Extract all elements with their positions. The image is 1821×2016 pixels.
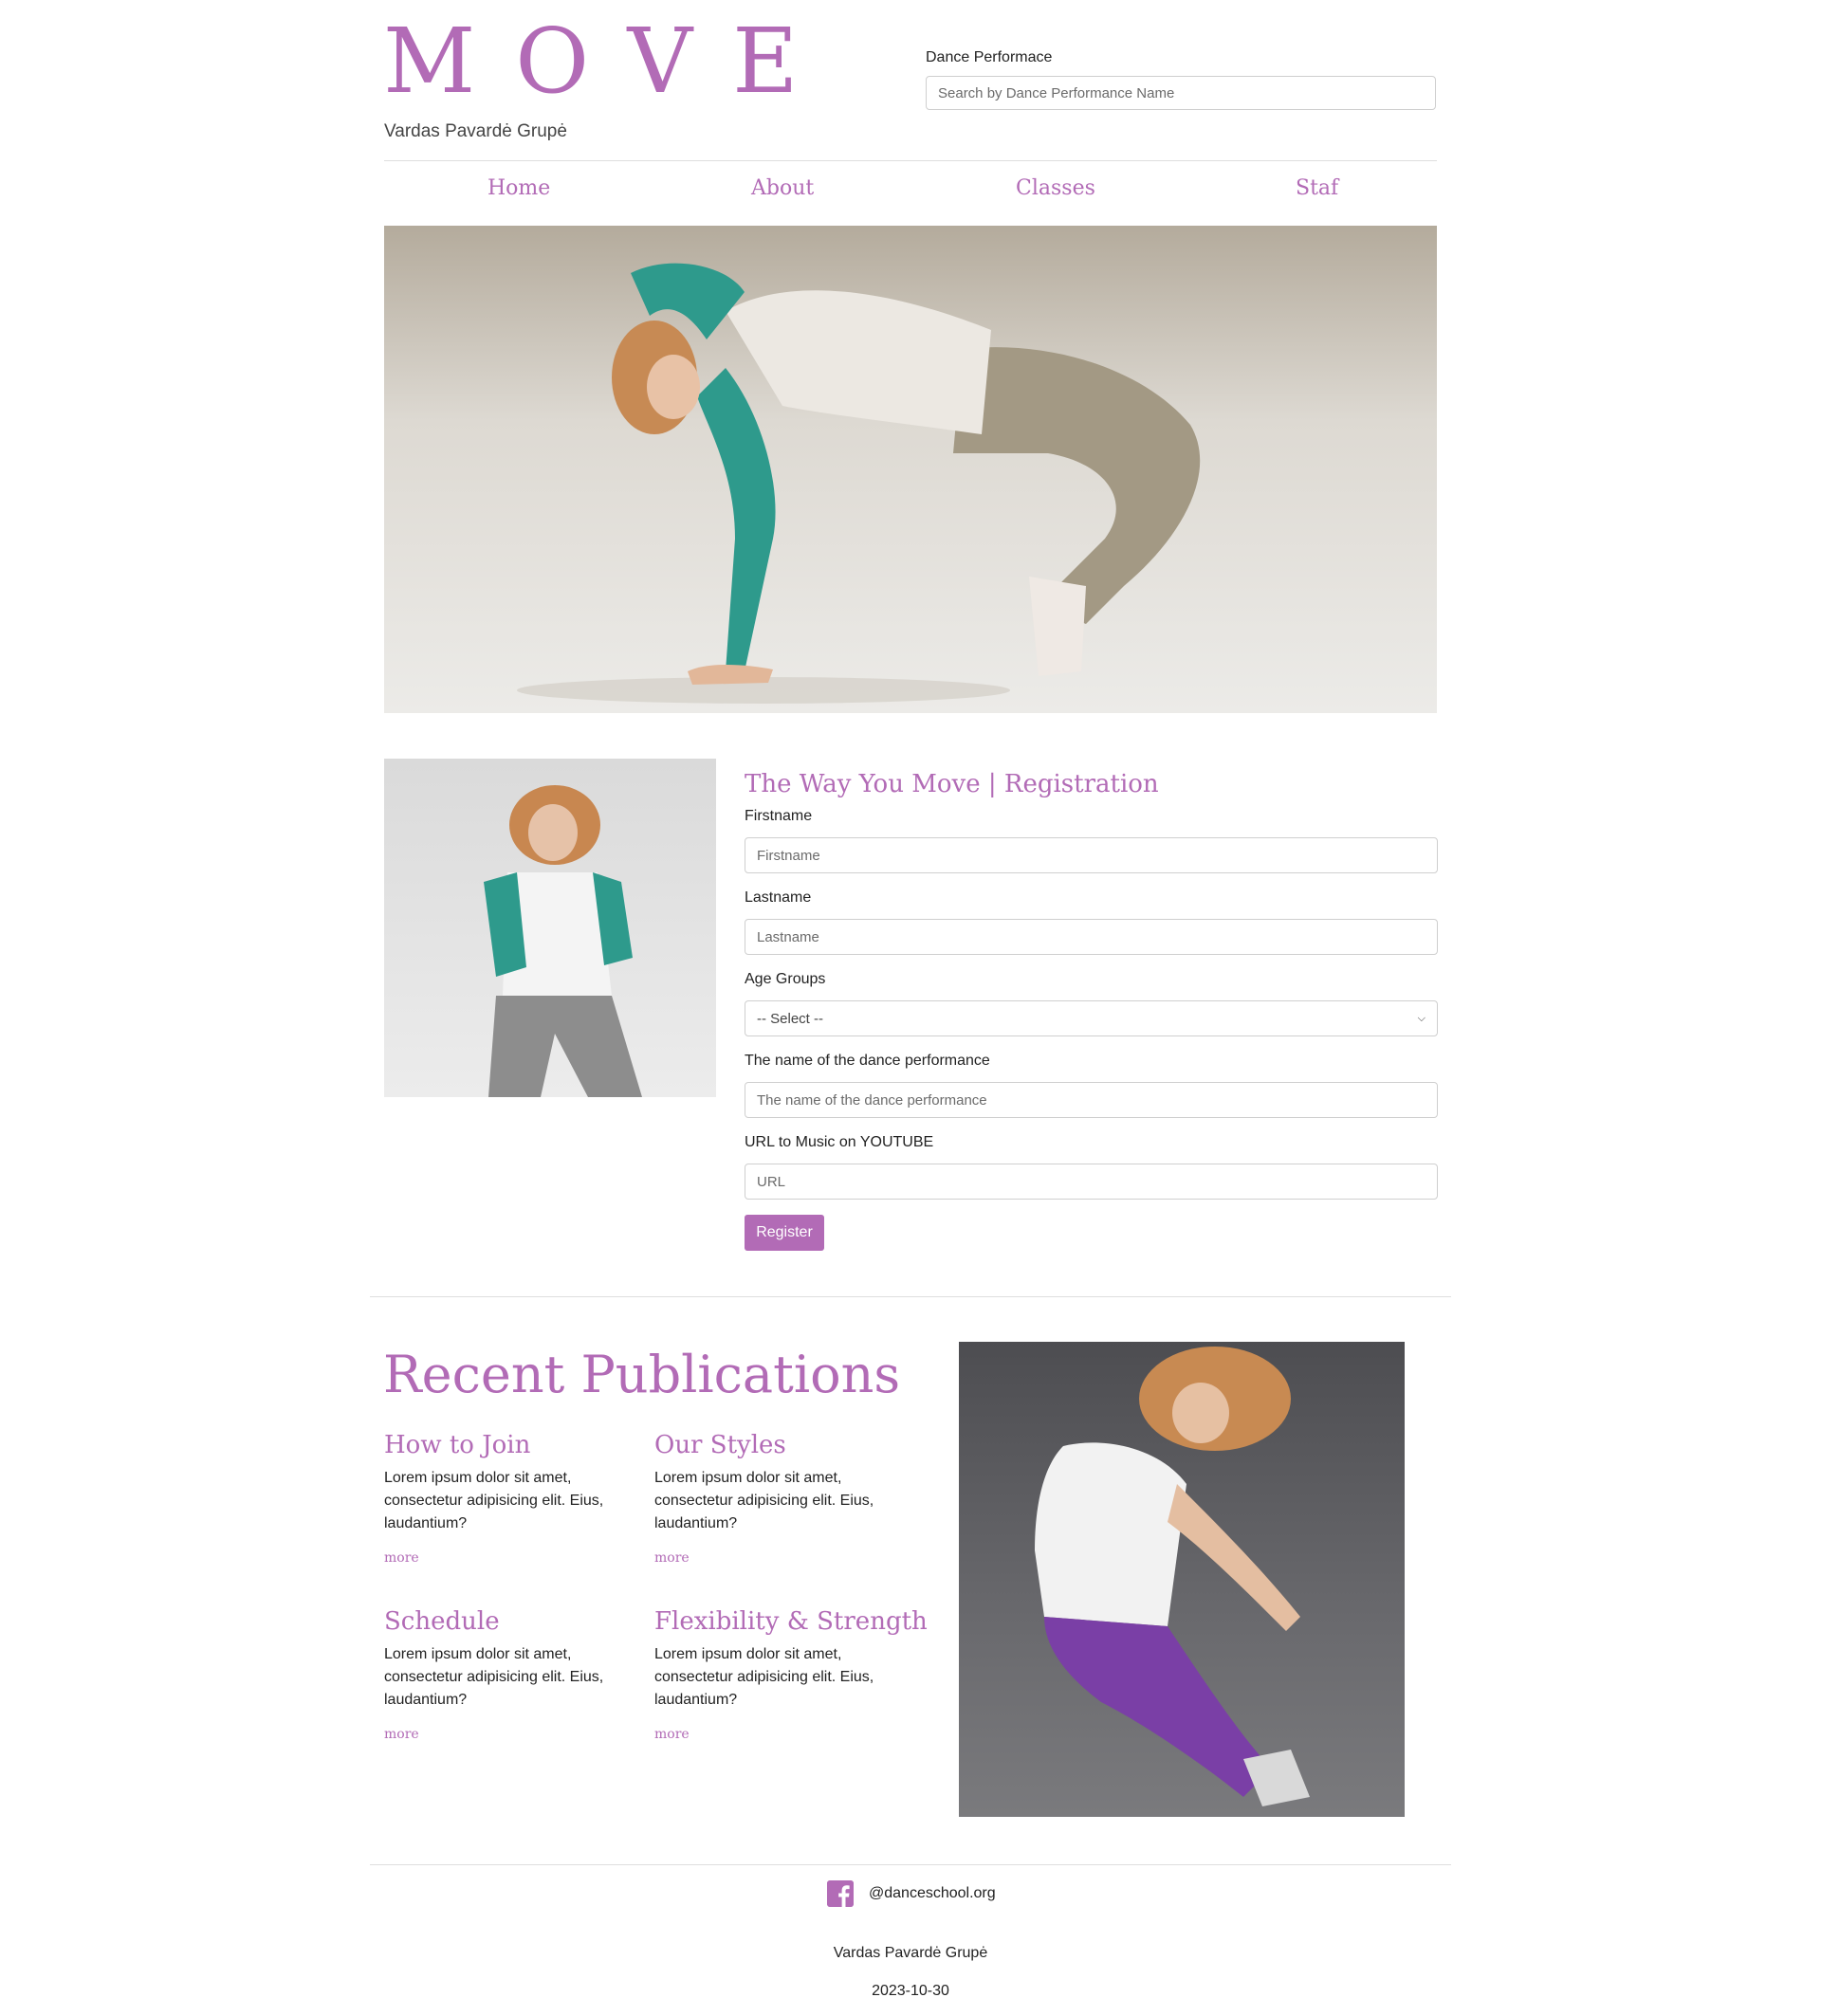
- music-url-label: URL to Music on YOUTUBE: [745, 1134, 934, 1150]
- lastname-field[interactable]: [745, 919, 1438, 955]
- publication-text: Lorem ipsum dolor sit amet, consectetur …: [654, 1470, 874, 1531]
- nav-item-staf[interactable]: Staf: [1296, 176, 1338, 200]
- publication-card: How to Join Lorem ipsum dolor sit amet, …: [384, 1429, 631, 1567]
- publication-more-link[interactable]: more: [384, 1550, 419, 1566]
- publications-heading: Recent Publications: [383, 1345, 901, 1404]
- section-divider: [370, 1296, 1451, 1297]
- footer-date: 2023-10-30: [872, 1983, 949, 1999]
- footer-author: Vardas Pavardė Grupė: [833, 1945, 988, 1961]
- firstname-label: Firstname: [745, 808, 813, 824]
- publication-more-link[interactable]: more: [654, 1727, 690, 1742]
- nav-item-about[interactable]: About: [751, 176, 814, 200]
- publication-title[interactable]: How to Join: [384, 1429, 631, 1461]
- publication-more-link[interactable]: more: [654, 1550, 690, 1566]
- publication-text: Lorem ipsum dolor sit amet, consectetur …: [384, 1646, 604, 1708]
- music-url-field[interactable]: [745, 1164, 1438, 1200]
- header-divider: [384, 160, 1437, 161]
- chevron-down-icon: ⌵: [1417, 1012, 1426, 1024]
- search-label: Dance Performace: [926, 49, 1053, 65]
- publication-title[interactable]: Our Styles: [654, 1429, 901, 1461]
- site-subtitle: Vardas Pavardė Grupė: [384, 121, 567, 141]
- registration-title: The Way You Move | Registration: [745, 770, 1159, 798]
- publication-more-link[interactable]: more: [384, 1727, 419, 1742]
- jumping-dancer-image: [959, 1342, 1405, 1817]
- publication-text: Lorem ipsum dolor sit amet, consectetur …: [384, 1470, 604, 1531]
- nav-item-classes[interactable]: Classes: [1016, 176, 1095, 200]
- search-input[interactable]: [926, 76, 1436, 110]
- firstname-field[interactable]: [745, 837, 1438, 873]
- facebook-icon[interactable]: [827, 1880, 854, 1907]
- lastname-label: Lastname: [745, 889, 812, 906]
- performance-name-field[interactable]: [745, 1082, 1438, 1118]
- publication-title[interactable]: Schedule: [384, 1605, 631, 1638]
- age-groups-selected: -- Select --: [757, 1010, 824, 1027]
- performance-name-label: The name of the dance performance: [745, 1053, 990, 1069]
- publication-card: Flexibility & Strength Lorem ipsum dolor…: [654, 1605, 928, 1743]
- publication-card: Our Styles Lorem ipsum dolor sit amet, c…: [654, 1429, 901, 1567]
- publication-text: Lorem ipsum dolor sit amet, consectetur …: [654, 1646, 874, 1708]
- nav-item-home[interactable]: Home: [487, 176, 550, 200]
- main-nav: Home About Classes Staf: [384, 176, 1437, 214]
- dancer-side-image: [384, 759, 716, 1097]
- age-groups-select[interactable]: -- Select -- ⌵: [745, 1000, 1438, 1036]
- publication-card: Schedule Lorem ipsum dolor sit amet, con…: [384, 1605, 631, 1743]
- facebook-handle[interactable]: @danceschool.org: [869, 1885, 996, 1902]
- hero-dancer-image: [384, 226, 1437, 713]
- publication-title[interactable]: Flexibility & Strength: [654, 1605, 928, 1638]
- register-button[interactable]: Register: [745, 1215, 824, 1251]
- age-groups-label: Age Groups: [745, 971, 826, 987]
- footer-divider: [370, 1864, 1451, 1865]
- site-logo[interactable]: MOVE: [383, 9, 837, 114]
- facebook-link[interactable]: @danceschool.org: [827, 1880, 996, 1907]
